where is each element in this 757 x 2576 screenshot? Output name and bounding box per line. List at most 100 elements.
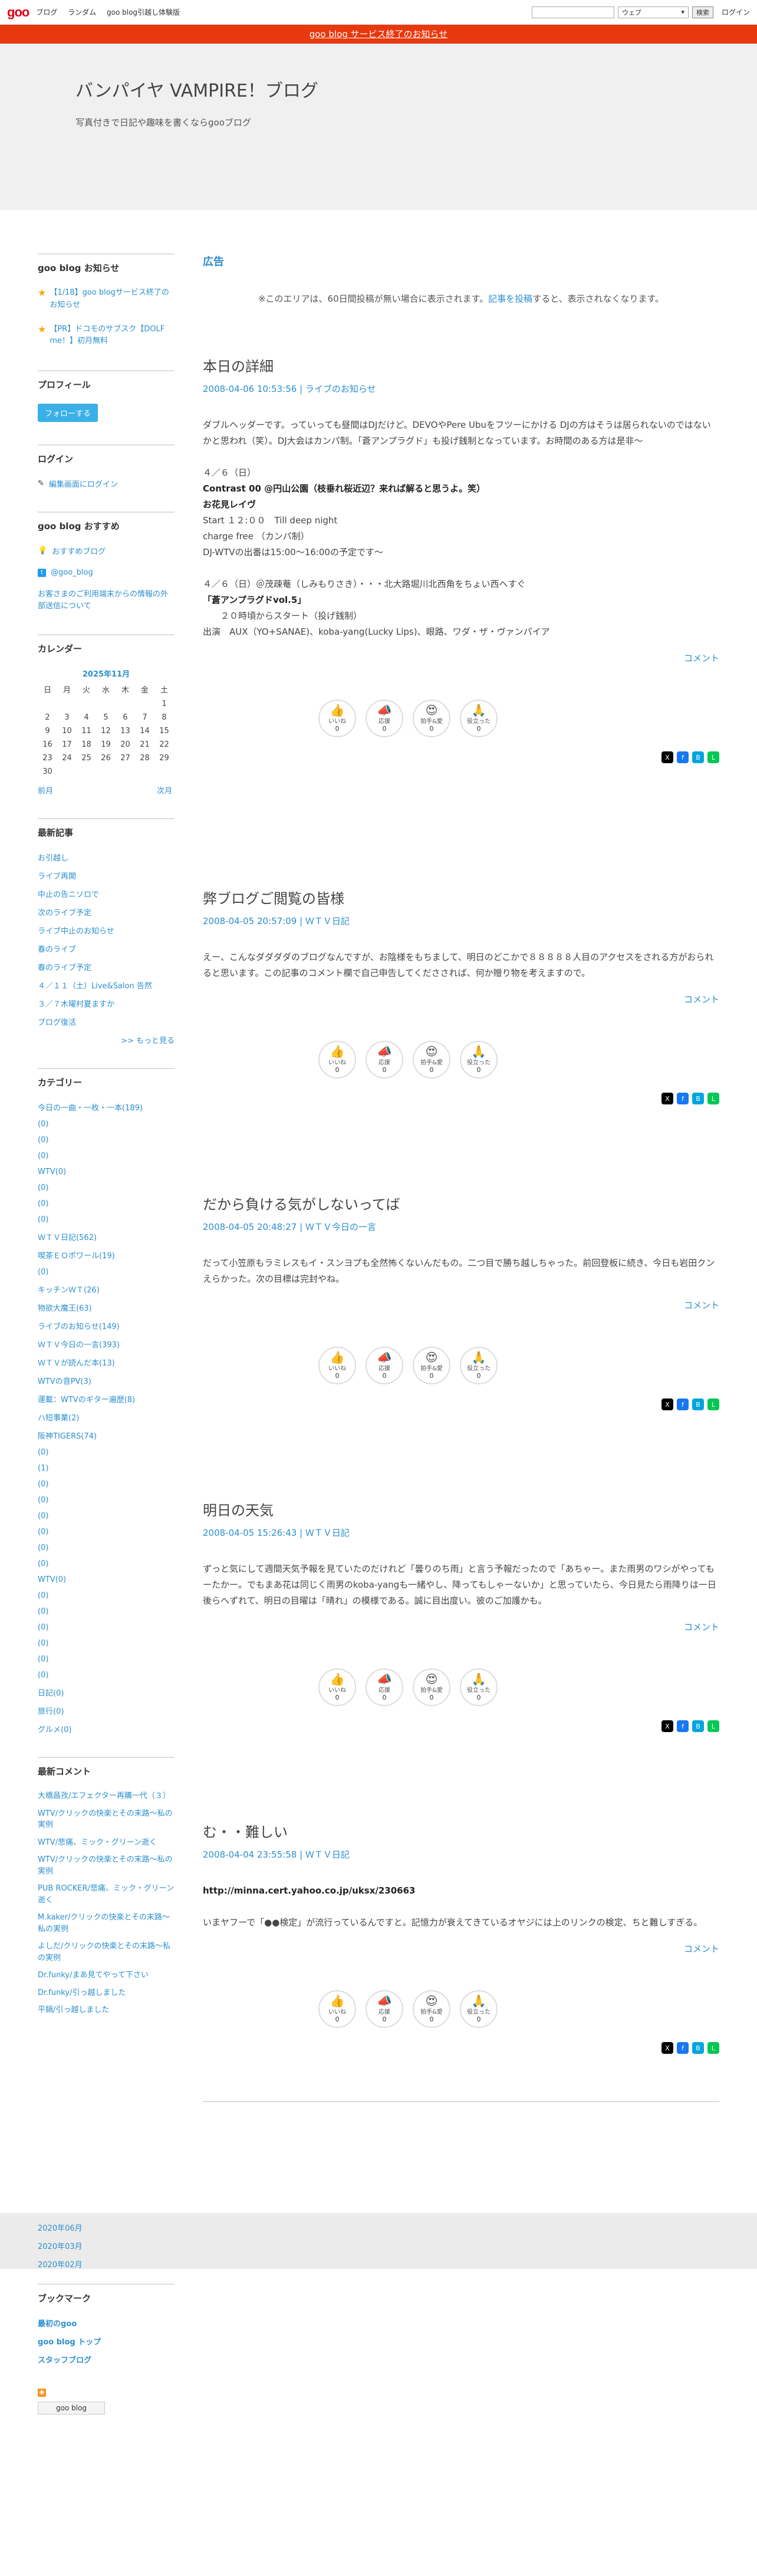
archive-item[interactable]: 2020年06月 bbox=[38, 2222, 175, 2233]
recent-comment-link[interactable]: 大橋昌孜/エフェクター再購一代（３） bbox=[38, 1790, 175, 1802]
category-link[interactable]: (0) bbox=[38, 1215, 175, 1224]
category-link[interactable]: (0) bbox=[38, 1543, 175, 1552]
hatena-share-icon[interactable]: B bbox=[692, 2042, 704, 2054]
goo-logo[interactable]: goo bbox=[7, 5, 29, 20]
recent-post-link[interactable]: ４／１１（土）Live&Salon 告然 bbox=[38, 979, 175, 991]
recent-post-link[interactable]: ライブ再開 bbox=[38, 870, 175, 881]
recent-comment-link[interactable]: WTV/悲痛、ミック・グリーン逝く bbox=[38, 1837, 175, 1849]
category-link[interactable]: (0) bbox=[38, 1655, 175, 1664]
reaction-button[interactable]: 📣 応援 0 bbox=[366, 1668, 403, 1706]
x-share-icon[interactable]: X bbox=[661, 1093, 673, 1104]
service-notice-link[interactable]: goo blog サービス終了のお知らせ bbox=[310, 29, 448, 39]
post-title[interactable]: 弊ブログご閲覧の皆様 bbox=[203, 887, 719, 908]
follow-button[interactable]: フォローする bbox=[38, 404, 98, 423]
recent-comment-link[interactable]: WTV/クリックの快楽とその末路～私の実例 bbox=[38, 1854, 175, 1877]
news-item-label[interactable]: 【1/18】goo blogサービス終了のお知らせ bbox=[50, 287, 175, 312]
recent-post-link[interactable]: ３／７木曜村夏ますか bbox=[38, 998, 175, 1009]
reaction-button[interactable]: 👍 いいね 0 bbox=[318, 1041, 356, 1078]
category-link[interactable]: (0) bbox=[38, 1607, 175, 1616]
comment-link[interactable]: コメント bbox=[203, 1942, 719, 1955]
post-date[interactable]: 2008-04-05 20:48:27 bbox=[203, 1222, 297, 1232]
goo-blog-twitter-link[interactable]: @goo_blog bbox=[51, 568, 93, 577]
comment-link[interactable]: コメント bbox=[203, 1299, 719, 1311]
reaction-button[interactable]: 🙏 役立った 0 bbox=[460, 700, 498, 737]
reaction-button[interactable]: 📣 応援 0 bbox=[366, 1347, 403, 1384]
post-category-link[interactable]: ＷＴＶ日記 bbox=[305, 1849, 350, 1860]
category-link[interactable]: 日記(0) bbox=[38, 1687, 175, 1698]
x-share-icon[interactable]: X bbox=[661, 751, 673, 763]
post-category-link[interactable]: ＷＴＶ日記 bbox=[305, 1528, 350, 1538]
recent-post-link[interactable]: ブログ復活 bbox=[38, 1016, 175, 1027]
reaction-button[interactable]: 👍 いいね 0 bbox=[318, 1668, 356, 1706]
comment-link[interactable]: コメント bbox=[203, 993, 719, 1005]
news-item-label[interactable]: 【PR】ドコモのサブスク【DOLF me！】初月無料 bbox=[50, 324, 175, 348]
bookmark-item[interactable]: スタッフブログ bbox=[38, 2354, 175, 2365]
category-link[interactable]: (0) bbox=[38, 1183, 175, 1192]
post-title[interactable]: 明日の天気 bbox=[203, 1499, 719, 1519]
category-link[interactable]: (0) bbox=[38, 1671, 175, 1680]
category-link[interactable]: 今日の一曲・一枚・一本(189) bbox=[38, 1101, 175, 1113]
category-link[interactable]: WTV(0) bbox=[38, 1167, 175, 1176]
news-item[interactable]: ★ 【PR】ドコモのサブスク【DOLF me！】初月無料 bbox=[38, 324, 175, 348]
post-link[interactable]: http://minna.cert.yahoo.co.jp/uksx/23066… bbox=[203, 1883, 719, 1899]
facebook-share-icon[interactable]: f bbox=[677, 751, 689, 763]
nav-migration[interactable]: goo blog引越し体験版 bbox=[107, 8, 180, 17]
reaction-button[interactable]: 😍 拍手&愛 0 bbox=[413, 1990, 450, 2028]
post-category-link[interactable]: ライブのお知らせ bbox=[305, 384, 376, 394]
post-title[interactable]: だから負ける気がしないってば bbox=[203, 1193, 719, 1213]
reaction-button[interactable]: 📣 応援 0 bbox=[366, 700, 403, 737]
category-link[interactable]: キッチンＷＴ(26) bbox=[38, 1284, 175, 1295]
hatena-share-icon[interactable]: B bbox=[692, 1720, 704, 1732]
reaction-button[interactable]: 👍 いいね 0 bbox=[318, 1990, 356, 2028]
category-link[interactable]: (0) bbox=[38, 1512, 175, 1520]
reaction-button[interactable]: 😍 拍手&愛 0 bbox=[413, 1347, 450, 1384]
category-link[interactable]: (0) bbox=[38, 1152, 175, 1160]
post-date[interactable]: 2008-04-06 10:53:56 bbox=[203, 384, 297, 394]
goo-blog-footer-logo[interactable]: goo blog bbox=[38, 2401, 106, 2415]
post-title[interactable]: む・・難しい bbox=[203, 1820, 719, 1841]
facebook-share-icon[interactable]: f bbox=[677, 1720, 689, 1732]
reaction-button[interactable]: 😍 拍手&愛 0 bbox=[413, 700, 450, 737]
x-share-icon[interactable]: X bbox=[661, 2042, 673, 2054]
category-link[interactable]: ハ短事業(2) bbox=[38, 1411, 175, 1423]
recent-comment-link[interactable]: よしだ/クリックの快楽とその末路～私の実例 bbox=[38, 1941, 175, 1964]
reaction-button[interactable]: 👍 いいね 0 bbox=[318, 700, 356, 737]
line-share-icon[interactable]: L bbox=[707, 2042, 719, 2054]
category-link[interactable]: (0) bbox=[38, 1199, 175, 1208]
recent-post-link[interactable]: 春のライブ bbox=[38, 943, 175, 954]
recent-comment-link[interactable]: Dr.funky/まあ見てやって下さい bbox=[38, 1970, 175, 1981]
category-link[interactable]: (0) bbox=[38, 1528, 175, 1536]
reaction-button[interactable]: 👍 いいね 0 bbox=[318, 1347, 356, 1384]
line-share-icon[interactable]: L bbox=[707, 1399, 719, 1410]
recommend-blog-link[interactable]: おすすめブログ bbox=[52, 545, 106, 556]
category-link[interactable]: ＷＴＶ今日の一言(393) bbox=[38, 1338, 175, 1350]
category-link[interactable]: 喫茶ＥＯポワール(19) bbox=[38, 1249, 175, 1261]
category-link[interactable]: (0) bbox=[38, 1559, 175, 1568]
more-posts-link[interactable]: >> もっと見る bbox=[38, 1034, 175, 1045]
reaction-button[interactable]: 📣 応援 0 bbox=[366, 1041, 403, 1078]
facebook-share-icon[interactable]: f bbox=[677, 2042, 689, 2054]
category-link[interactable]: (0) bbox=[38, 1136, 175, 1144]
reaction-button[interactable]: 📣 応援 0 bbox=[366, 1990, 403, 2028]
line-share-icon[interactable]: L bbox=[707, 751, 719, 763]
hatena-share-icon[interactable]: B bbox=[692, 1093, 704, 1104]
recent-post-link[interactable]: お引越し bbox=[38, 852, 175, 863]
x-share-icon[interactable]: X bbox=[661, 1399, 673, 1410]
recent-post-link[interactable]: 中止の告ニソロで bbox=[38, 888, 175, 899]
x-share-icon[interactable]: X bbox=[661, 1720, 673, 1732]
category-link[interactable]: 物欲大魔王(63) bbox=[38, 1302, 175, 1313]
recent-comment-link[interactable]: WTV/クリックの快楽とその末路～私の実例 bbox=[38, 1808, 175, 1831]
nav-random[interactable]: ランダム bbox=[68, 8, 96, 17]
post-date[interactable]: 2008-04-04 23:55:58 bbox=[203, 1849, 297, 1860]
post-date[interactable]: 2008-04-05 15:26:43 bbox=[203, 1528, 297, 1538]
category-link[interactable]: (0) bbox=[38, 1480, 175, 1489]
category-link[interactable]: 旅行(0) bbox=[38, 1705, 175, 1716]
edit-login-link[interactable]: 編集画面にログイン bbox=[49, 478, 118, 489]
archive-item[interactable]: 2020年03月 bbox=[38, 2240, 175, 2251]
reaction-button[interactable]: 🙏 役立った 0 bbox=[460, 1347, 498, 1384]
external-send-info-link[interactable]: お客さまのご利用端末からの情報の外部送信について bbox=[38, 589, 175, 612]
rss-icon[interactable]: ◉ bbox=[38, 2388, 46, 2397]
recent-post-link[interactable]: 次のライブ予定 bbox=[38, 906, 175, 918]
bookmark-item[interactable]: goo blog トップ bbox=[38, 2336, 175, 2347]
archive-item[interactable]: 2020年02月 bbox=[38, 2258, 175, 2270]
